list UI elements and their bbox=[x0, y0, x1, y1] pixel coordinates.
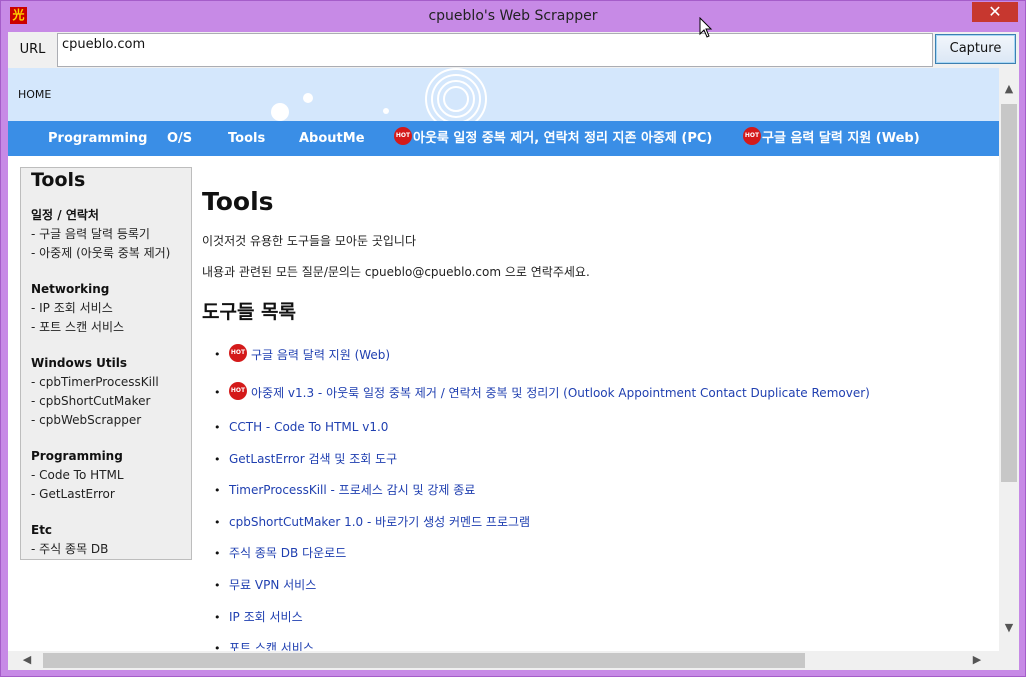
horizontal-scrollbar[interactable]: ◀ ▶ bbox=[8, 651, 999, 670]
sidebar-link[interactable]: - cpbShortCutMaker bbox=[31, 392, 181, 411]
sidebar-link[interactable]: - 포트 스캔 서비스 bbox=[31, 318, 181, 337]
mouse-cursor-icon bbox=[699, 17, 713, 38]
tool-list-item[interactable]: IP 조회 서비스 bbox=[214, 602, 992, 634]
hot-badge-icon: HOT bbox=[229, 343, 247, 362]
nav-item[interactable]: Tools bbox=[228, 121, 265, 156]
scroll-left-icon[interactable]: ◀ bbox=[20, 653, 34, 666]
sidebar-group: Windows Utils - cpbTimerProcessKill - cpbS… bbox=[31, 354, 181, 430]
nav-item-label: 아웃룩 일정 중복 제거, 연락처 정리 지존 아중제 (PC) bbox=[413, 131, 713, 146]
scroll-up-icon[interactable]: ▲ bbox=[999, 82, 1019, 95]
tools-list-title: 도구들 목록 bbox=[202, 301, 297, 323]
intro-text: 이것저것 유용한 도구들을 모아둔 곳입니다 bbox=[202, 234, 416, 248]
sidebar-group: Networking - IP 조회 서비스 - 포트 스캔 서비스 bbox=[31, 280, 181, 337]
main-content: Tools 이것저것 유용한 도구들을 모아둔 곳입니다 내용과 관련된 모든 … bbox=[202, 167, 992, 651]
sidebar-group: Etc - 주식 종목 DB bbox=[31, 521, 181, 559]
tool-list-item[interactable]: HOT 아중제 v1.3 - 아웃룩 일정 중복 제거 / 연락처 중복 및 정리… bbox=[214, 374, 992, 412]
home-link[interactable]: HOME bbox=[18, 88, 51, 101]
site-banner: HOME bbox=[8, 68, 999, 121]
contact-text: 내용과 관련된 모든 질문/문의는 cpueblo@cpueblo.com 으로… bbox=[202, 265, 590, 279]
vertical-scroll-thumb[interactable] bbox=[1001, 104, 1017, 482]
sidebar-link[interactable]: - 구글 음력 달력 등록기 bbox=[31, 225, 181, 244]
vertical-scrollbar[interactable]: ▲ ▼ bbox=[999, 68, 1019, 651]
sidebar-title: Tools bbox=[31, 169, 86, 191]
nav-item[interactable]: HOT 구글 음력 달력 지원 (Web) bbox=[743, 121, 920, 156]
tool-list-item[interactable]: cpbShortCutMaker 1.0 - 바로가기 생성 커멘드 프로그램 bbox=[214, 507, 992, 539]
tool-link[interactable]: 무료 VPN 서비스 bbox=[229, 578, 316, 592]
tool-link[interactable]: 포트 스캔 서비스 bbox=[229, 641, 314, 651]
sidebar-link[interactable]: - 주식 종목 DB bbox=[31, 540, 181, 559]
hot-badge-icon: HOT bbox=[229, 381, 247, 400]
nav-item-label: 구글 음력 달력 지원 (Web) bbox=[762, 131, 920, 146]
tool-link[interactable]: TimerProcessKill - 프로세스 감시 및 강제 종료 bbox=[229, 483, 475, 497]
tool-link[interactable]: cpbShortCutMaker 1.0 - 바로가기 생성 커멘드 프로그램 bbox=[229, 515, 530, 529]
banner-decoration bbox=[271, 68, 487, 121]
hot-badge-icon: HOT bbox=[394, 126, 412, 145]
nav-item-label: O/S bbox=[167, 131, 193, 146]
main-nav: Programming O/S Tools AboutMe HOT 아웃룩 일정 중복 제… bbox=[8, 121, 999, 156]
title-bar[interactable]: 光 cpueblo's Web Scrapper ✕ bbox=[1, 1, 1025, 32]
tool-link[interactable]: CCTH - Code To HTML v1.0 bbox=[229, 420, 388, 434]
sidebar-link[interactable]: - cpbTimerProcessKill bbox=[31, 373, 181, 392]
sidebar: Tools 일정 / 연락처 - 구글 음력 달력 등록기 - 아중제 (아웃룩 중… bbox=[20, 167, 192, 560]
nav-item[interactable]: HOT 아웃룩 일정 중복 제거, 연락처 정리 지존 아중제 (PC) bbox=[394, 121, 712, 156]
tool-list-item[interactable]: 주식 종목 DB 다운로드 bbox=[214, 538, 992, 570]
tool-list-item[interactable]: TimerProcessKill - 프로세스 감시 및 강제 종료 bbox=[214, 475, 992, 507]
sidebar-group: 일정 / 연락처 - 구글 음력 달력 등록기 - 아중제 (아웃룩 중복 제거) bbox=[31, 206, 181, 263]
tool-link[interactable]: 구글 음력 달력 지원 (Web) bbox=[251, 348, 390, 362]
tool-list-item[interactable]: 포트 스캔 서비스 bbox=[214, 633, 992, 651]
nav-item[interactable]: Programming bbox=[48, 121, 147, 156]
horizontal-scroll-thumb[interactable] bbox=[43, 653, 805, 668]
sidebar-group-heading: 일정 / 연락처 bbox=[31, 208, 99, 222]
nav-item-label: Tools bbox=[228, 131, 266, 146]
sidebar-link[interactable]: - IP 조회 서비스 bbox=[31, 299, 181, 318]
sidebar-group: Programming - Code To HTML - GetLastError bbox=[31, 447, 181, 504]
tool-list-item[interactable]: GetLastError 검색 및 조회 도구 bbox=[214, 444, 992, 476]
tool-link[interactable]: 주식 종목 DB 다운로드 bbox=[229, 546, 346, 560]
nav-item-label: Programming bbox=[48, 131, 148, 146]
tool-list-item[interactable]: CCTH - Code To HTML v1.0 bbox=[214, 412, 992, 444]
tool-list-item[interactable]: HOT 구글 음력 달력 지원 (Web) bbox=[214, 336, 992, 374]
url-input[interactable]: cpueblo.com bbox=[57, 33, 933, 67]
url-label: URL bbox=[19, 42, 46, 57]
tools-list: HOT 구글 음력 달력 지원 (Web) HOT 아중제 v1.3 - 아웃룩 일정… bbox=[202, 336, 992, 651]
web-viewport: HOME Programming O/S Tools AboutMe HOT 아웃룩 일정… bbox=[8, 68, 1019, 670]
tool-link[interactable]: IP 조회 서비스 bbox=[229, 610, 303, 624]
window-title: cpueblo's Web Scrapper bbox=[428, 8, 598, 24]
sidebar-group-heading: Windows Utils bbox=[31, 356, 127, 370]
sidebar-group-heading: Programming bbox=[31, 449, 123, 463]
sidebar-group-heading: Etc bbox=[31, 523, 53, 537]
tool-list-item[interactable]: 무료 VPN 서비스 bbox=[214, 570, 992, 602]
scroll-right-icon[interactable]: ▶ bbox=[970, 653, 984, 666]
capture-button[interactable]: Capture bbox=[935, 34, 1016, 64]
sidebar-link[interactable]: - cpbWebScrapper bbox=[31, 411, 181, 430]
scroll-corner bbox=[999, 651, 1019, 670]
address-toolbar: URL cpueblo.com Capture bbox=[8, 32, 1019, 68]
nav-item-label: AboutMe bbox=[299, 131, 365, 146]
sidebar-link[interactable]: - 아중제 (아웃룩 중복 제거) bbox=[31, 244, 181, 263]
sidebar-link[interactable]: - Code To HTML bbox=[31, 466, 181, 485]
page-title: Tools bbox=[202, 187, 274, 216]
nav-item[interactable]: AboutMe bbox=[299, 121, 365, 156]
hot-badge-icon: HOT bbox=[743, 126, 761, 145]
scroll-down-icon[interactable]: ▼ bbox=[999, 621, 1019, 634]
tool-link[interactable]: 아중제 v1.3 - 아웃룩 일정 중복 제거 / 연락처 중복 및 정리기 (… bbox=[251, 386, 870, 400]
nav-item[interactable]: O/S bbox=[167, 121, 192, 156]
sidebar-link[interactable]: - GetLastError bbox=[31, 485, 181, 504]
sidebar-group-heading: Networking bbox=[31, 282, 110, 296]
page-content: HOME Programming O/S Tools AboutMe HOT 아웃룩 일정… bbox=[8, 68, 999, 651]
tool-link[interactable]: GetLastError 검색 및 조회 도구 bbox=[229, 452, 397, 466]
browser-window: 光 cpueblo's Web Scrapper ✕ URL cpueblo.c… bbox=[0, 0, 1026, 677]
close-button[interactable]: ✕ bbox=[972, 2, 1018, 22]
